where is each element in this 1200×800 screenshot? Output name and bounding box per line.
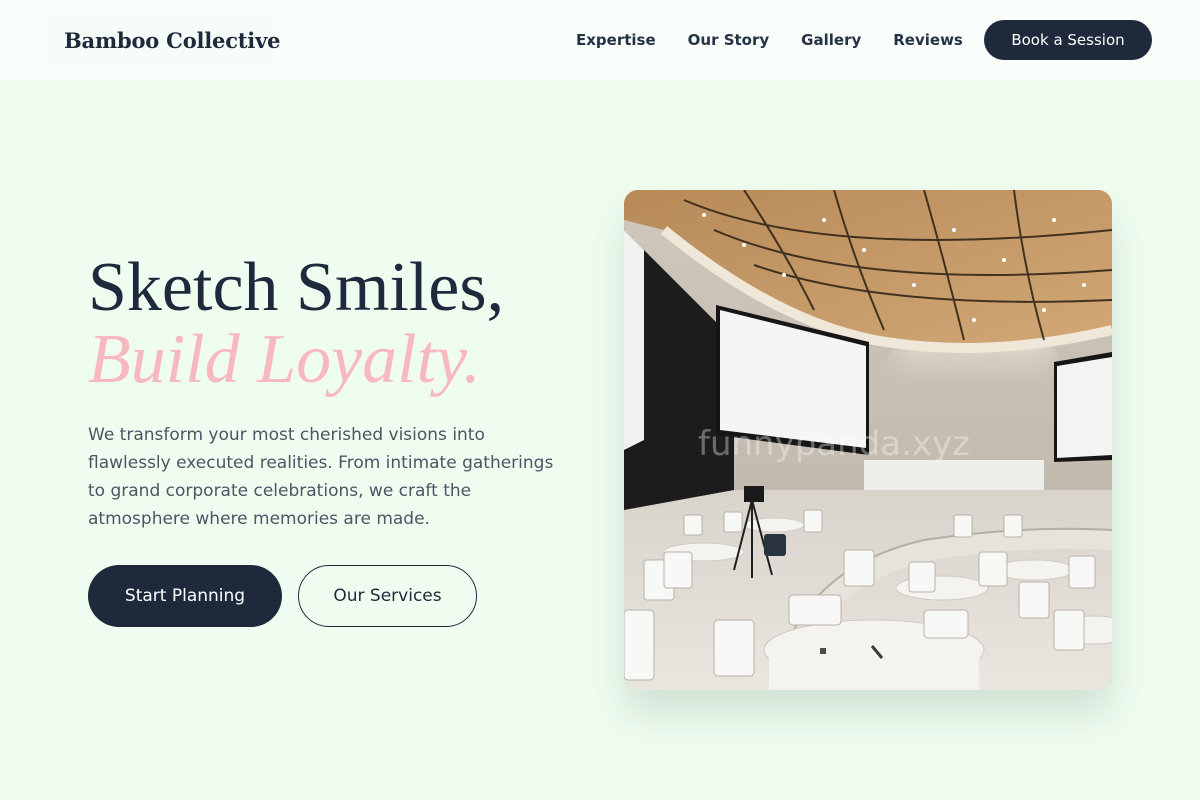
hero-image: funnypanda.xyz: [624, 190, 1112, 690]
hero-title-line1: Sketch Smiles,: [88, 249, 505, 326]
hero-title-accent: Build Loyalty.: [88, 321, 481, 398]
book-session-button[interactable]: Book a Session: [984, 20, 1152, 60]
site-header: Bamboo Collective Expertise Our Story Ga…: [0, 0, 1200, 80]
hero-title: Sketch Smiles, Build Loyalty.: [88, 252, 608, 396]
nav-link-expertise[interactable]: Expertise: [576, 31, 656, 49]
image-watermark: funnypanda.xyz: [698, 424, 970, 464]
nav-link-gallery[interactable]: Gallery: [801, 31, 861, 49]
brand-logo[interactable]: Bamboo Collective: [48, 16, 280, 64]
our-services-button[interactable]: Our Services: [298, 565, 477, 627]
hero-description: We transform your most cherished visions…: [88, 425, 554, 529]
main-nav: Expertise Our Story Gallery Reviews: [576, 0, 963, 80]
conference-hall-illustration: funnypanda.xyz: [624, 190, 1112, 690]
nav-link-reviews[interactable]: Reviews: [893, 31, 963, 49]
nav-link-our-story[interactable]: Our Story: [688, 31, 770, 49]
start-planning-button[interactable]: Start Planning: [88, 565, 282, 627]
